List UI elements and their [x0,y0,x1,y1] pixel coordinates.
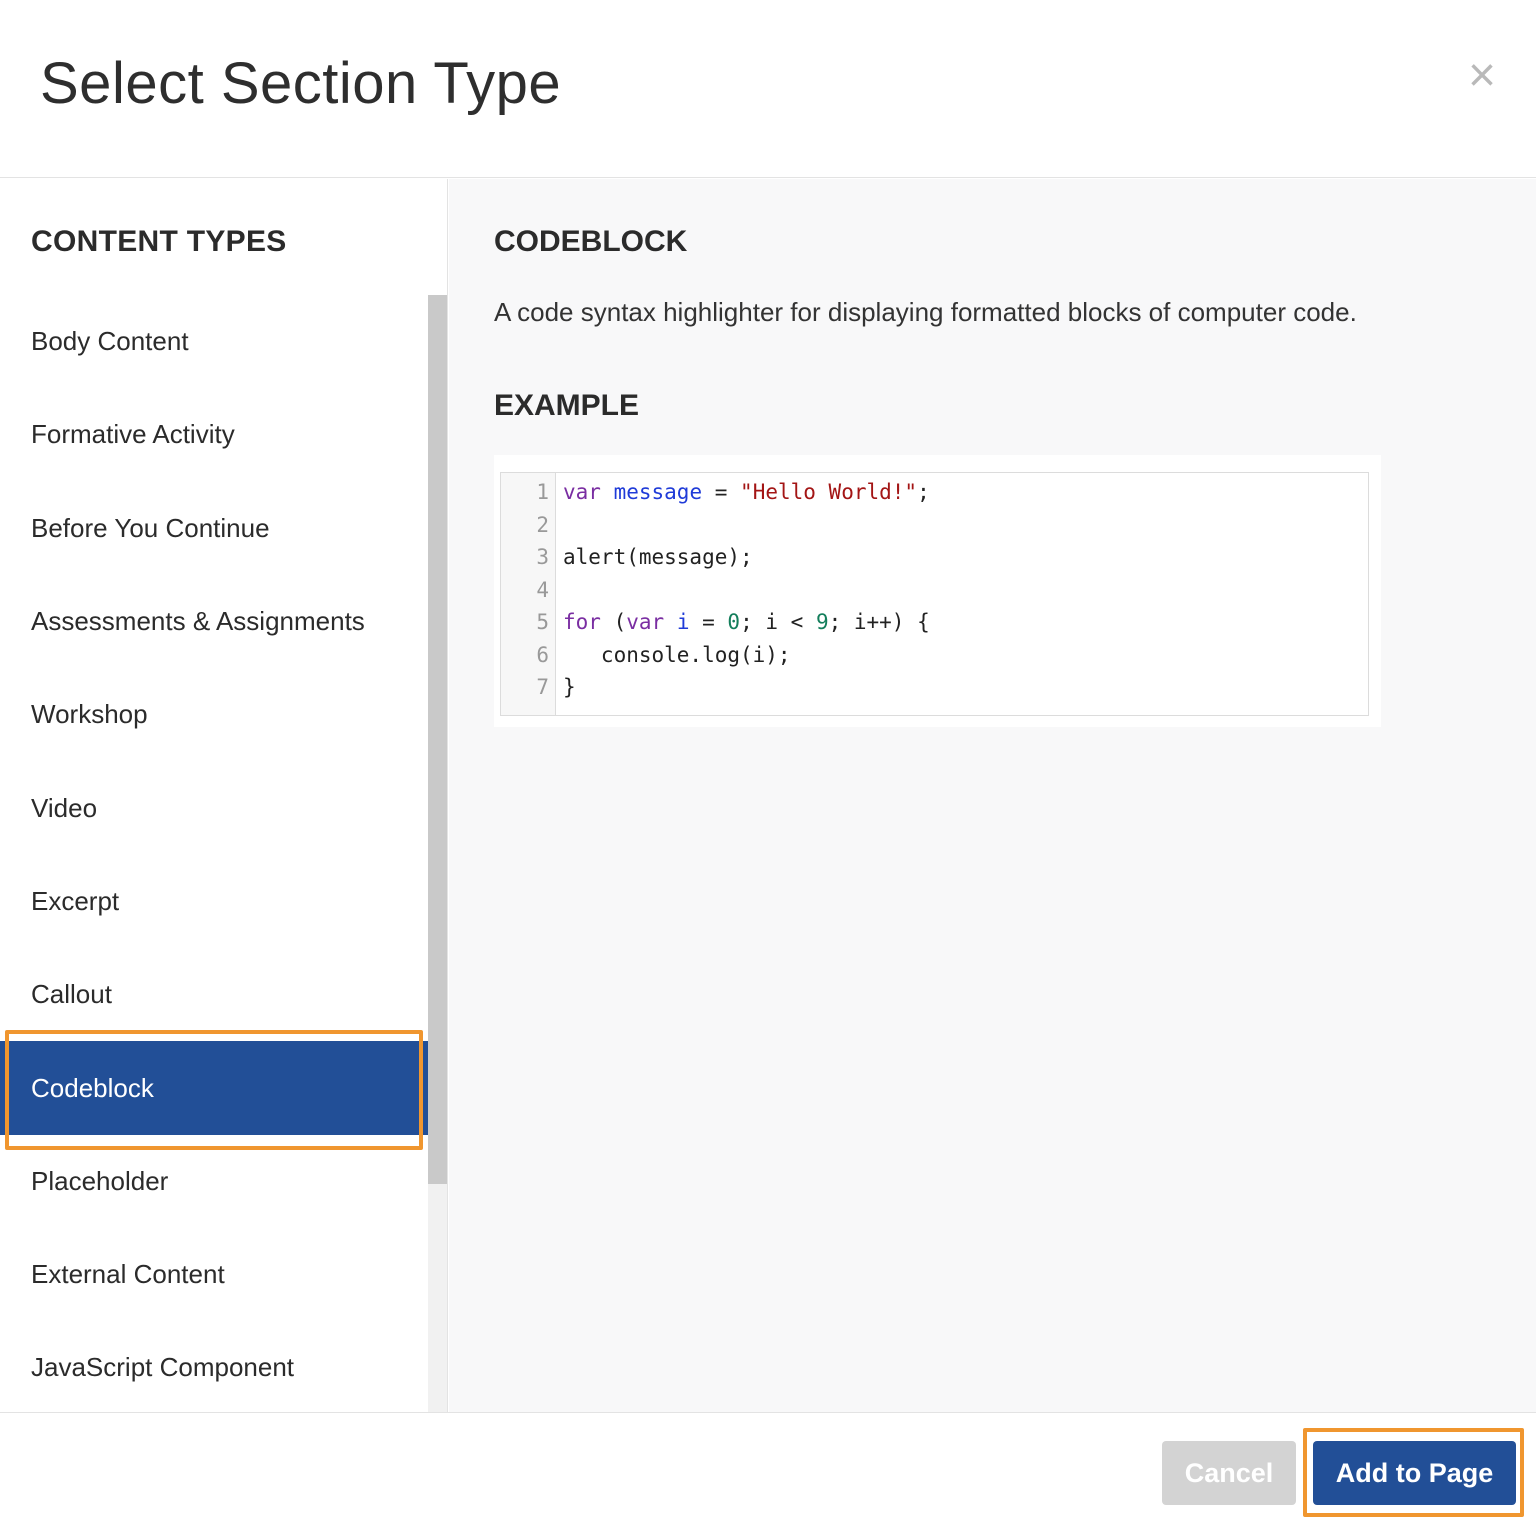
sidebar-item-workshop[interactable]: Workshop [0,668,428,761]
dialog-footer: Cancel Add to Page [0,1412,1536,1526]
line-number: 4 [536,577,549,602]
dialog-header: Select Section Type × [0,0,1536,178]
line-number: 2 [536,512,549,537]
sidebar-item-excerpt[interactable]: Excerpt [0,855,428,948]
select-section-type-dialog: Select Section Type × CONTENT TYPES Body… [0,0,1536,1526]
code-line: 4 [501,574,1361,607]
detail-description: A code syntax highlighter for displaying… [494,297,1357,327]
content-types-sidebar: CONTENT TYPES Body Content Formative Act… [0,179,448,1412]
sidebar-item-callout[interactable]: Callout [0,948,428,1041]
sidebar-item-body-content[interactable]: Body Content [0,295,428,388]
section-type-detail: CODEBLOCK A code syntax highlighter for … [449,179,1536,1412]
dialog-title: Select Section Type [40,51,562,116]
sidebar-item-before-you-continue[interactable]: Before You Continue [0,482,428,575]
line-number: 7 [536,675,549,699]
sidebar-item-assessments-assignments[interactable]: Assessments & Assignments [0,575,428,668]
sidebar-item-javascript-component[interactable]: JavaScript Component [0,1321,428,1412]
content-types-list: Body Content Formative Activity Before Y… [0,295,428,1412]
code-example: 1 var message = "Hello World!"; 2 3 alert(… [494,455,1381,727]
example-heading: EXAMPLE [494,389,640,422]
code-line: 1 var message = "Hello World!"; [501,476,1361,509]
sidebar-item-external-content[interactable]: External Content [0,1228,428,1321]
content-types-heading: CONTENT TYPES [31,225,287,258]
sidebar-item-codeblock[interactable]: Codeblock [0,1041,428,1135]
code-editor: 1 var message = "Hello World!"; 2 3 alert(… [500,472,1369,716]
line-number: 6 [536,642,549,667]
sidebar-item-formative-activity[interactable]: Formative Activity [0,388,428,481]
close-icon[interactable]: × [1462,52,1502,100]
code-text: var message = "Hello World!"; [563,480,930,504]
detail-title: CODEBLOCK [494,225,688,258]
code-text: } [563,675,576,699]
sidebar-item-placeholder[interactable]: Placeholder [0,1135,428,1228]
code-text: console.log(i); [563,642,791,667]
sidebar-item-video[interactable]: Video [0,761,428,854]
code-line: 3 alert(message); [501,541,1361,574]
cancel-button[interactable]: Cancel [1162,1441,1296,1505]
code-line: 6 console.log(i); [501,639,1361,672]
code-line: 7} [501,671,1361,704]
code-text: for (var i = 0; i < 9; i++) { [563,610,930,634]
line-number: 1 [536,480,549,504]
code-text: alert(message); [563,545,753,569]
code-line: 2 [501,509,1361,542]
line-number: 3 [536,545,549,569]
add-to-page-button[interactable]: Add to Page [1313,1441,1516,1505]
sidebar-scrollbar-thumb[interactable] [428,295,447,1184]
code-line: 5 for (var i = 0; i < 9; i++) { [501,606,1361,639]
line-number: 5 [536,610,549,634]
